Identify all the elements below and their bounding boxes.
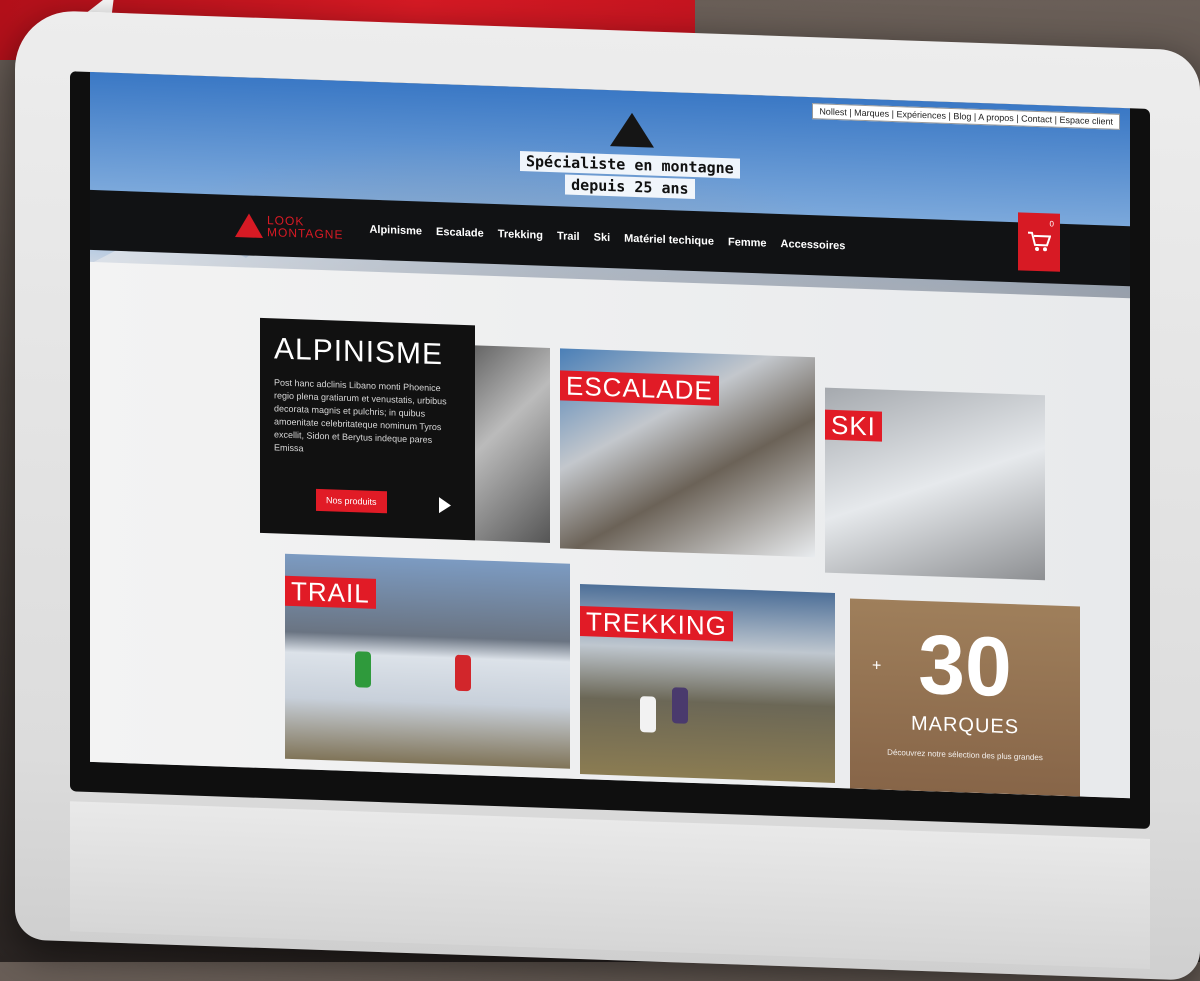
nav-ski[interactable]: Ski — [594, 232, 611, 245]
brands-label: MARQUES — [910, 712, 1020, 739]
alpinisme-panel[interactable]: ALPINISME Post hanc adclinis Libano mont… — [260, 317, 475, 541]
tile-trekking[interactable]: TREKKING — [580, 584, 835, 783]
monitor-frame: Nollest | Marques | Expériences | Blog |… — [15, 9, 1200, 981]
tile-label-trail: TRAIL — [285, 575, 376, 609]
logo-text: LOOK MONTAGNE — [267, 213, 344, 242]
category-grid: ALPINISME Post hanc adclinis Libano mont… — [90, 261, 1130, 799]
tile-label-trekking: TREKKING — [580, 606, 733, 642]
alpinisme-text: Post hanc adclinis Libano monti Phoenice… — [274, 377, 447, 454]
mountain-logo-icon — [610, 112, 654, 148]
logo-mountain-icon — [235, 212, 263, 238]
nav-alpinisme[interactable]: Alpinisme — [369, 224, 422, 238]
cart-button[interactable]: 0 — [1018, 212, 1060, 272]
logo-line2: MONTAGNE — [267, 225, 344, 242]
tagline-line1: Spécialiste en montagne — [520, 150, 740, 179]
nav-accessoires[interactable]: Accessoires — [781, 238, 846, 252]
cart-icon — [1028, 231, 1051, 252]
tile-brands[interactable]: + 30 MARQUES Découvrez notre sélection d… — [850, 598, 1080, 797]
nos-produits-button[interactable]: Nos produits — [316, 488, 387, 514]
tagline-line2: depuis 25 ans — [565, 174, 695, 200]
tile-escalade[interactable]: ESCALADE — [560, 348, 815, 558]
tile-trail[interactable]: TRAIL — [285, 553, 570, 769]
alpinisme-photo — [475, 345, 550, 543]
cart-count: 0 — [1049, 219, 1054, 229]
tile-ski[interactable]: SKI — [825, 387, 1045, 581]
hiker-figure — [672, 687, 688, 724]
tile-label-escalade: ESCALADE — [560, 370, 719, 406]
cursor-icon — [439, 497, 451, 514]
tile-label-ski: SKI — [825, 409, 882, 442]
website-screen: Nollest | Marques | Expériences | Blog |… — [90, 71, 1130, 799]
hiker-figure — [640, 696, 656, 733]
monitor-chin — [70, 801, 1150, 969]
top-links-bar[interactable]: Nollest | Marques | Expériences | Blog |… — [812, 103, 1120, 130]
tagline: Spécialiste en montagne depuis 25 ans — [520, 149, 740, 203]
alpinisme-title: ALPINISME — [274, 332, 444, 372]
runner-figure — [355, 651, 371, 688]
nav-materiel-technique[interactable]: Matériel techique — [624, 233, 714, 248]
nav-escalade[interactable]: Escalade — [436, 226, 484, 240]
nav-trekking[interactable]: Trekking — [498, 228, 543, 242]
nav-femme[interactable]: Femme — [728, 236, 767, 249]
brands-subtitle: Découvrez notre sélection des plus grand… — [887, 747, 1043, 763]
brands-count: 30 — [918, 616, 1012, 715]
site-logo[interactable]: LOOK MONTAGNE — [235, 212, 344, 242]
nav-trail[interactable]: Trail — [557, 230, 580, 243]
runner-figure — [455, 654, 471, 692]
